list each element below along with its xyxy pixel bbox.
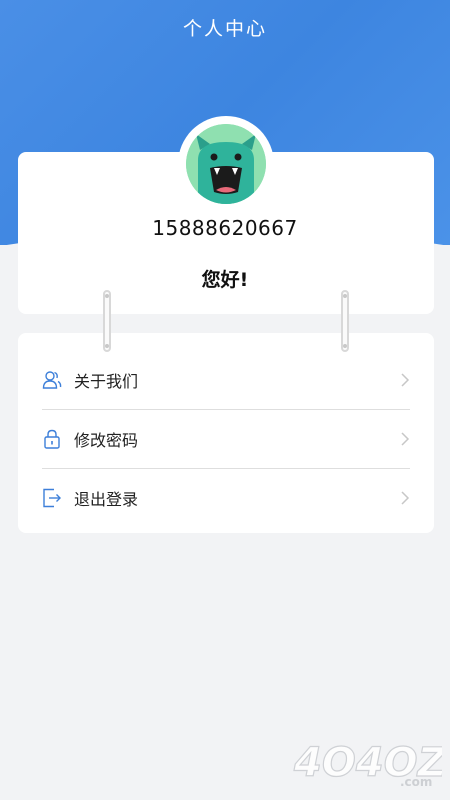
menu-item-logout[interactable]: 退出登录 <box>18 469 434 527</box>
users-icon <box>42 371 62 389</box>
lock-icon <box>44 429 60 449</box>
menu-card: 关于我们 修改密码 退出登录 <box>18 333 434 533</box>
chevron-right-icon <box>401 491 410 505</box>
binder-clip-left <box>103 290 111 352</box>
binder-clip-right <box>341 290 349 352</box>
watermark-logo: 4O4OZ .com <box>292 734 448 790</box>
logout-icon <box>43 488 61 508</box>
page-title: 个人中心 <box>182 18 267 40</box>
greeting-text: 您好! <box>201 269 249 291</box>
menu-item-label: 关于我们 <box>74 372 139 391</box>
user-phone-number: 15888620667 <box>152 216 298 240</box>
svg-text:.com: .com <box>400 775 432 789</box>
menu-item-label: 退出登录 <box>74 490 139 509</box>
menu-item-about-us[interactable]: 关于我们 <box>18 351 434 409</box>
chevron-right-icon <box>401 432 410 446</box>
avatar[interactable] <box>178 116 274 212</box>
monster-avatar-icon <box>186 124 266 204</box>
menu-item-change-password[interactable]: 修改密码 <box>18 410 434 468</box>
menu-item-label: 修改密码 <box>74 431 139 450</box>
chevron-right-icon <box>401 373 410 387</box>
